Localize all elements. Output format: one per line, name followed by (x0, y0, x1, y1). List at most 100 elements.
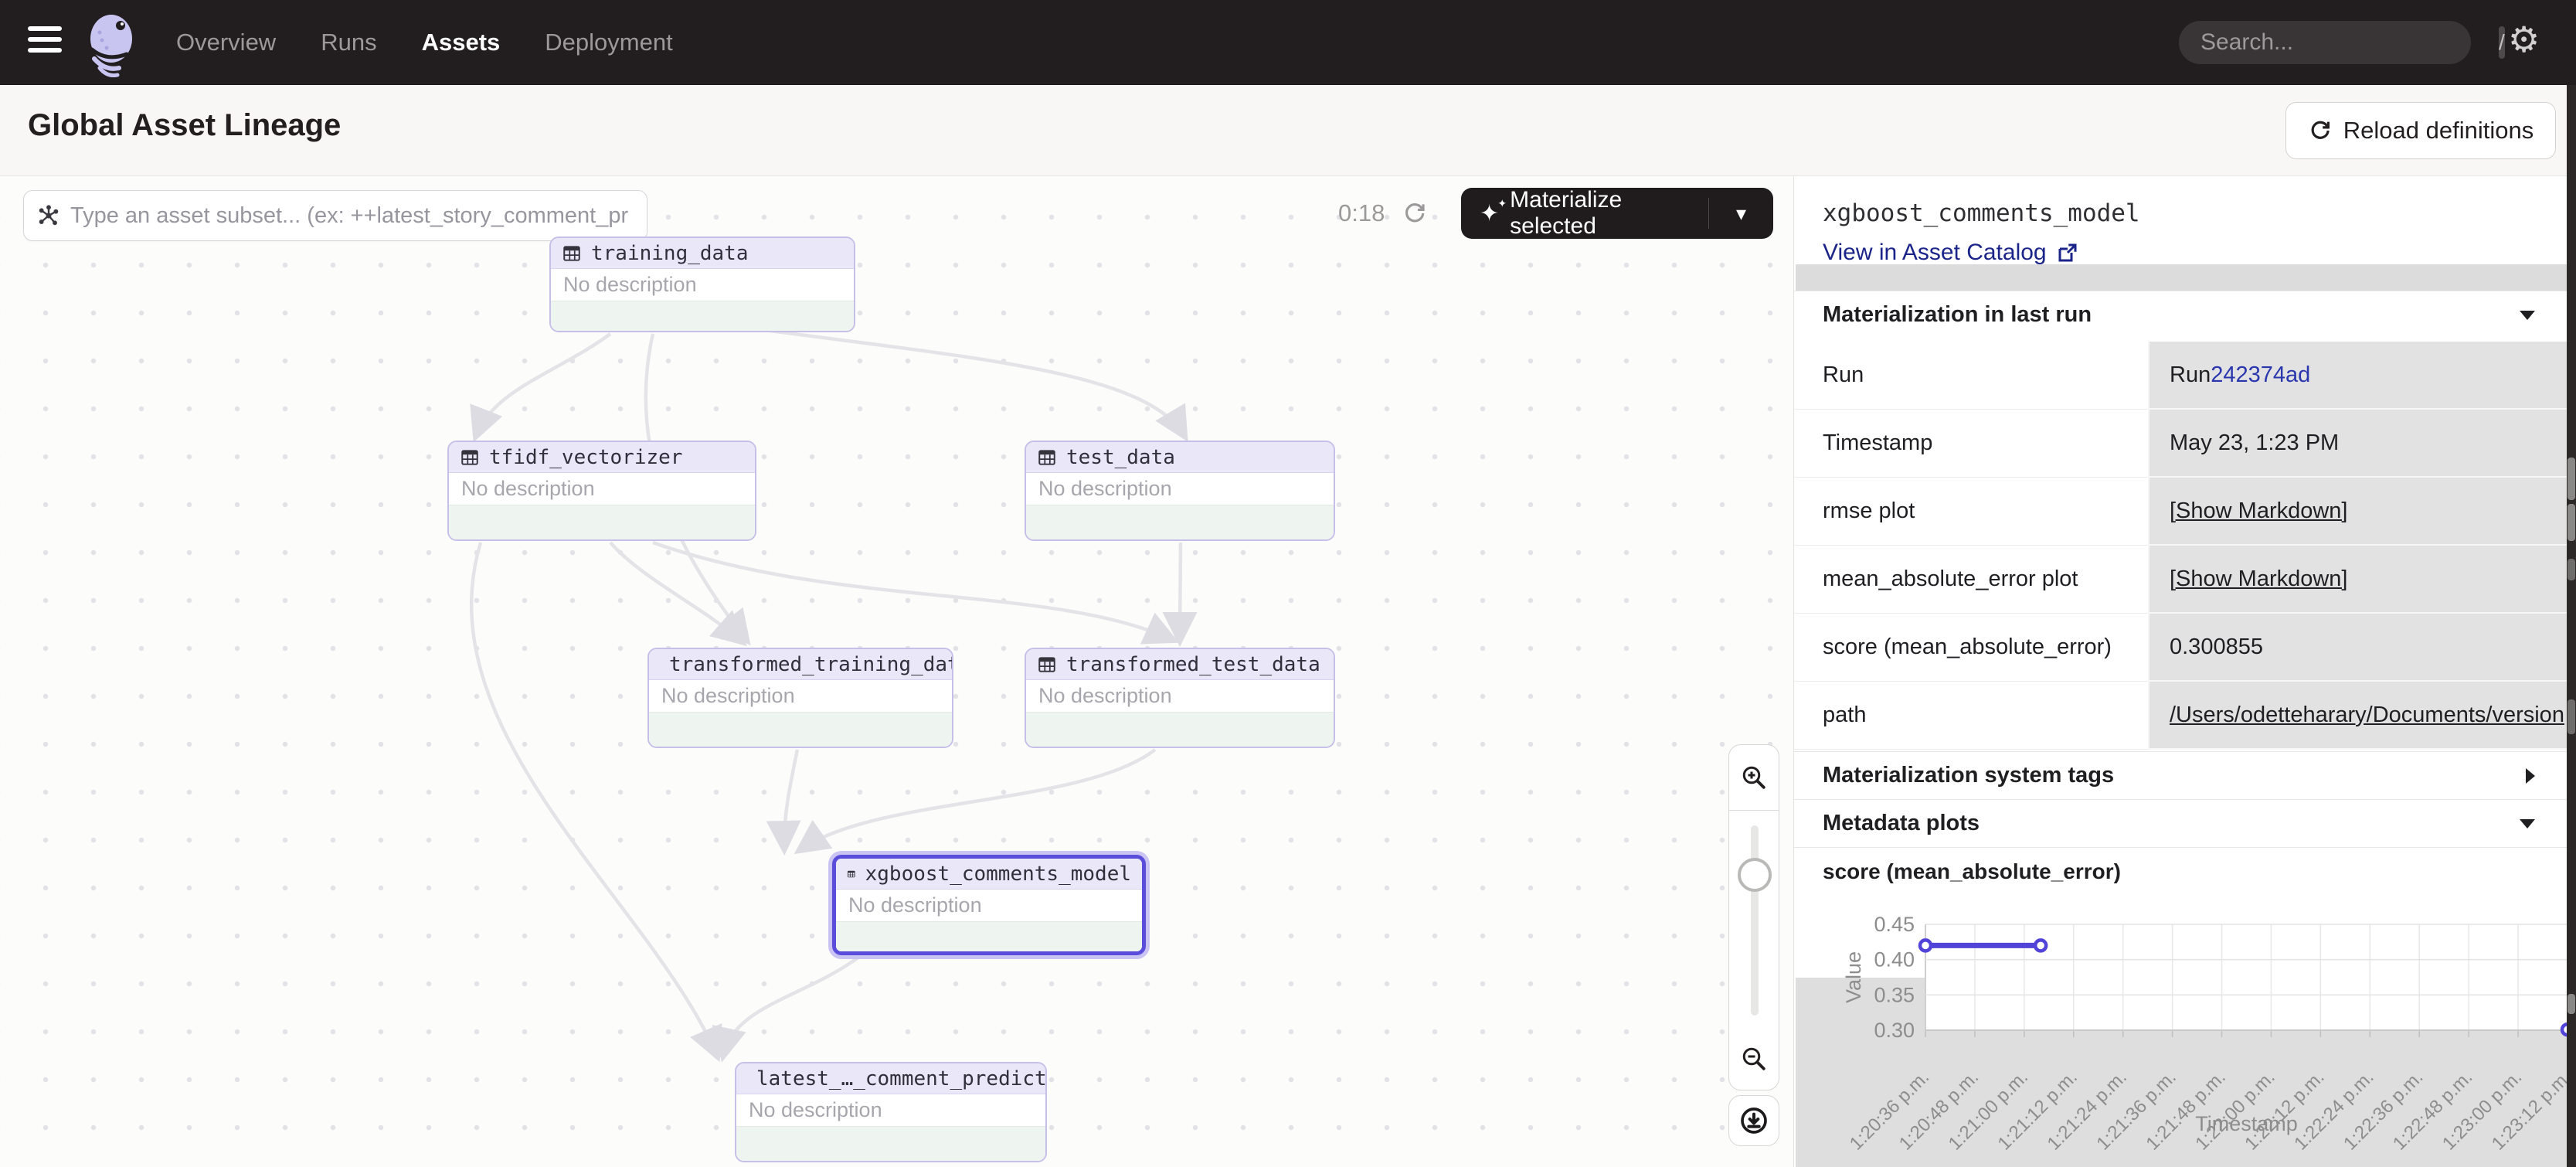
asset-node-test_data[interactable]: test_dataNo descriptionMaterializedMay 2… (1025, 441, 1335, 541)
metadata-label: rmse plot (1794, 478, 2148, 546)
asset-node-status-bar: MaterializedMay 23, 1:23 PM (649, 712, 952, 748)
asset-node-status-bar: MaterializedMay 23, 1:23 PM (449, 505, 755, 541)
materialization-metadata-table: RunRun 242374adTimestampMay 23, 1:23 PMr… (1794, 342, 2568, 750)
asset-node-name: training_data (591, 242, 749, 265)
dagster-logo-icon[interactable] (79, 9, 144, 81)
table-icon (1037, 655, 1057, 675)
metadata-value: [Show Markdown] (2148, 546, 2568, 614)
zoom-slider-thumb[interactable] (1738, 858, 1772, 892)
metadata-value: 0.300855 (2148, 614, 2568, 682)
chart-data-point[interactable] (2035, 940, 2046, 951)
asset-node-header: latest_…_comment_predictions (736, 1063, 1045, 1094)
asset-subset-input[interactable] (70, 203, 634, 229)
table-icon (847, 864, 856, 884)
download-image-button[interactable] (1728, 1095, 1779, 1146)
metadata-row-run: RunRun 242374ad (1794, 342, 2568, 410)
asset-node-description: No description (551, 269, 854, 301)
zoom-out-button[interactable] (1729, 1028, 1779, 1090)
collapse-icon (2520, 819, 2535, 828)
horizontal-scrollbar[interactable] (1796, 264, 2568, 291)
nav-item-assets[interactable]: Assets (422, 29, 501, 56)
asset-node-xgboost_comments_model[interactable]: xgboost_comments_model No descriptionMate… (832, 855, 1146, 955)
asset-node-name: transformed_test_data (1066, 653, 1320, 676)
asset-lineage-graph[interactable]: 0:18 ✦✦ Materialize selected ▾ training_… (0, 176, 1793, 1167)
window-edge-scrollbar[interactable] (2567, 85, 2576, 1167)
asset-subset-filter[interactable] (23, 190, 647, 241)
section-metadata-plots[interactable]: Metadata plots (1794, 799, 2568, 847)
asset-node-status-bar: MaterializedMay 23, 1:23 PM (836, 921, 1142, 955)
section-materialization-system-tags[interactable]: Materialization system tags (1794, 751, 2568, 799)
global-search[interactable]: / (2179, 21, 2471, 64)
zoom-in-button[interactable] (1729, 745, 1779, 810)
external-link-icon (2056, 241, 2079, 264)
metadata-row-score-mean-absolute-error-: score (mean_absolute_error)0.300855 (1794, 614, 2568, 682)
y-axis-title: Value (1842, 951, 1865, 1003)
hamburger-menu-icon[interactable] (28, 26, 62, 57)
search-shortcut-badge: / (2499, 26, 2505, 59)
expand-icon (2526, 768, 2535, 784)
asset-node-tfidf_vectorizer[interactable]: tfidf_vectorizerNo descriptionMaterializ… (447, 441, 756, 541)
asset-node-training_data[interactable]: training_data No descriptionMaterializedM… (549, 236, 855, 332)
refresh-icon[interactable] (1402, 200, 1428, 226)
table-icon (562, 243, 582, 264)
metadata-row-path: path/Users/odetteharary/Documents/versio… (1794, 682, 2568, 750)
asset-name: xgboost_comments_model (1823, 199, 2140, 227)
asset-node-header: test_data (1026, 442, 1334, 473)
metadata-label: score (mean_absolute_error) (1794, 614, 2148, 682)
reload-definitions-button[interactable]: Reload definitions (2285, 102, 2556, 159)
asset-node-description: No description (836, 890, 1142, 921)
metadata-link[interactable]: [Show Markdown] (2170, 498, 2348, 524)
zoom-controls (1728, 744, 1779, 1090)
y-tick-label: 0.45 (1874, 913, 1915, 936)
asset-detail-panel: xgboost_comments_model View in Asset Cat… (1793, 176, 2567, 1167)
metadata-link[interactable]: /Users/odetteharary/Documents/version (2170, 703, 2564, 728)
search-input[interactable] (2200, 29, 2499, 56)
asset-node-header: transformed_training_data (649, 649, 952, 680)
asset-node-name: latest_…_comment_predictions (756, 1067, 1047, 1090)
materialize-selected-button[interactable]: ✦✦ Materialize selected ▾ (1461, 188, 1773, 239)
metadata-value: May 23, 1:23 PM (2148, 410, 2568, 478)
asset-node-latest_comment_predictions[interactable]: latest_…_comment_predictions No descripti… (735, 1062, 1047, 1162)
nav-item-runs[interactable]: Runs (321, 29, 376, 56)
asset-node-name: xgboost_comments_model (865, 862, 1131, 886)
asset-node-header: tfidf_vectorizer (449, 442, 755, 473)
edge-training_data-to-test_data (742, 327, 1184, 436)
materialize-options-caret[interactable]: ▾ (1708, 198, 1773, 229)
view-in-asset-catalog-link[interactable]: View in Asset Catalog (1823, 240, 2079, 266)
section-materialization-in-last-run[interactable]: Materialization in last run (1794, 291, 2568, 339)
edge-transformed_training_data-to-xgboost_comments_model (784, 750, 797, 849)
materialize-selected-label: Materialize selected (1510, 187, 1690, 240)
asset-node-transformed_training_data[interactable]: transformed_training_dataNo descriptionM… (647, 648, 953, 748)
metadata-value: /Users/odetteharary/Documents/version (2148, 682, 2568, 750)
metadata-value: [Show Markdown] (2148, 478, 2568, 546)
y-tick-label: 0.35 (1874, 983, 1915, 1006)
metadata-row-mean-absolute-error-plot: mean_absolute_error plot[Show Markdown] (1794, 546, 2568, 614)
edge-tfidf_vectorizer-to-transformed_test_data (653, 543, 1173, 640)
asset-node-status-bar: MaterializedMay 23, 1:23 PM (551, 301, 854, 332)
asset-node-description: No description (649, 680, 952, 712)
nav-item-overview[interactable]: Overview (176, 29, 276, 56)
asset-node-transformed_test_data[interactable]: transformed_test_dataNo descriptionMater… (1025, 648, 1335, 748)
metadata-label: path (1794, 682, 2148, 750)
table-icon (1037, 447, 1057, 468)
edge-test_data-to-transformed_test_data (1180, 543, 1181, 640)
edge-training_data-to-tfidf_vectorizer (476, 334, 610, 436)
edge-tfidf_vectorizer-to-transformed_training_data (610, 543, 742, 641)
edge-transformed_test_data-to-xgboost_comments_model (800, 750, 1155, 850)
sparkle-icon: ✦✦ (1480, 200, 1499, 227)
asset-node-name: tfidf_vectorizer (489, 446, 682, 469)
page-header: Global Asset Lineage Reload definitions (0, 85, 2576, 176)
metadata-label: Run (1794, 342, 2148, 410)
zoom-slider-track[interactable] (1751, 825, 1759, 1016)
run-id-link[interactable]: 242374ad (2211, 362, 2310, 388)
asset-node-description: No description (736, 1094, 1045, 1126)
nav-item-deployment[interactable]: Deployment (545, 29, 672, 56)
page-title: Global Asset Lineage (28, 108, 341, 143)
chart-data-point[interactable] (1920, 940, 1931, 951)
metadata-row-rmse-plot: rmse plot [Show Markdown] (1794, 478, 2568, 546)
asset-graph-filter-icon (36, 203, 61, 228)
gear-icon[interactable]: ⚙ (2508, 22, 2540, 57)
chart-title: score (mean_absolute_error) (1823, 859, 2121, 884)
edge-xgboost_comments_model-to-latest_comment_predictions (723, 957, 859, 1056)
metadata-link[interactable]: [Show Markdown] (2170, 566, 2348, 592)
